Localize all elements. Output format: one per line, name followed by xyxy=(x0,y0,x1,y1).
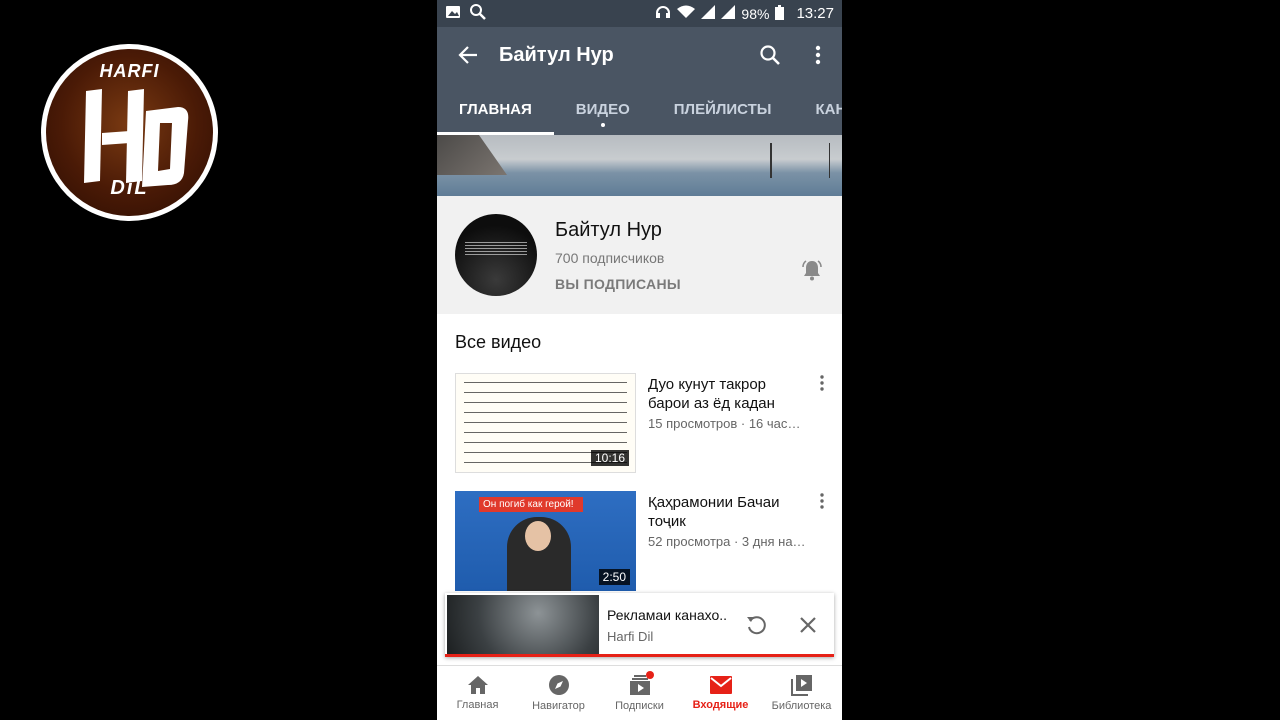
video-more-button[interactable] xyxy=(812,375,832,391)
mini-player-progress xyxy=(445,654,834,657)
mini-player-thumbnail[interactable] xyxy=(447,595,599,655)
close-mini-player-button[interactable] xyxy=(782,616,834,634)
channel-avatar[interactable] xyxy=(455,214,537,296)
thumbnail-caption: Он погиб как герой! xyxy=(479,497,583,512)
tab-playlists[interactable]: ПЛЕЙЛИСТЫ xyxy=(652,83,794,135)
bottom-navigation: Главная Навигатор Подписки Входящие Библ… xyxy=(437,665,842,720)
notifications-button[interactable] xyxy=(800,258,824,287)
watermark-bottom-text: DiL xyxy=(110,177,149,199)
status-bar: 98% 13:27 xyxy=(437,0,842,27)
battery-text: 98% xyxy=(741,5,770,22)
subscriber-count: 700 подписчиков xyxy=(555,249,665,266)
video-duration: 2:50 xyxy=(598,569,630,585)
replay-button[interactable] xyxy=(730,614,782,636)
home-icon xyxy=(467,676,488,694)
signal-icon xyxy=(701,5,716,22)
all-videos-section: Все видео 10:16 Дуо кунут такрор барои а… xyxy=(437,314,842,591)
section-title: Все видео xyxy=(455,332,542,352)
watermark-logo: HARFI DiL xyxy=(41,44,218,221)
replay-icon xyxy=(747,616,766,635)
video-thumbnail[interactable]: Он погиб как герой! 2:50 xyxy=(455,491,636,591)
mini-player-title: Рекламаи канахо.. xyxy=(607,606,728,623)
channel-name: Байтул Нур xyxy=(555,218,662,241)
search-notification-icon xyxy=(469,3,487,24)
arrow-back-icon xyxy=(458,46,477,64)
mini-player[interactable]: Рекламаи канахо.. Harfi Dil xyxy=(445,593,834,657)
headphones-icon xyxy=(655,5,671,22)
tab-videos[interactable]: ВИДЕО xyxy=(554,83,652,135)
close-icon xyxy=(800,617,816,633)
tab-channels[interactable]: КАНАЛЫ xyxy=(793,83,842,135)
more-vert-icon xyxy=(815,45,821,65)
image-notification-icon xyxy=(445,4,461,23)
more-vert-icon xyxy=(820,493,824,509)
video-thumbnail[interactable]: 10:16 xyxy=(455,373,636,473)
more-options-button[interactable] xyxy=(794,45,842,65)
channel-banner xyxy=(437,135,842,196)
page-title: Байтул Нур xyxy=(499,43,614,66)
video-duration: 10:16 xyxy=(590,450,629,466)
watermark-hd-mark xyxy=(84,89,189,187)
video-meta: 52 просмотра · 3 дня назад xyxy=(648,534,806,549)
video-title[interactable]: Қаҳрамонии Бачаи тоҷик xyxy=(648,493,806,531)
phone-screen: 98% 13:27 Байтул Нур ГЛАВНАЯ ВИДЕО ПЛЕЙЛ… xyxy=(437,0,842,720)
channel-tabs: ГЛАВНАЯ ВИДЕО ПЛЕЙЛИСТЫ КАНАЛЫ xyxy=(437,83,842,135)
screen: HARFI DiL 98% 13:27 Байтул Нур ГЛАВНАЯ В… xyxy=(0,0,1280,720)
nav-library[interactable]: Библиотека xyxy=(761,666,842,720)
video-meta: 15 просмотров · 16 часов назад xyxy=(648,416,806,431)
subscribed-button[interactable]: ВЫ ПОДПИСАНЫ xyxy=(555,276,681,292)
mini-player-channel: Harfi Dil xyxy=(607,628,654,644)
watermark-top-text: HARFI xyxy=(99,61,160,81)
search-button[interactable] xyxy=(746,44,794,66)
back-button[interactable] xyxy=(437,44,499,66)
new-content-dot xyxy=(600,123,605,127)
tab-home[interactable]: ГЛАВНАЯ xyxy=(437,83,554,135)
library-icon xyxy=(790,675,812,696)
channel-header: Байтул Нур 700 подписчиков ВЫ ПОДПИСАНЫ xyxy=(437,196,842,314)
nav-home[interactable]: Главная xyxy=(437,666,518,720)
nav-subscriptions[interactable]: Подписки xyxy=(599,666,680,720)
compass-icon xyxy=(548,675,569,695)
nav-inbox[interactable]: Входящие xyxy=(680,666,761,720)
video-item[interactable]: 10:16 Дуо кунут такрор барои аз ёд кадан… xyxy=(455,373,824,473)
nav-explore[interactable]: Навигатор xyxy=(518,666,599,720)
video-more-button[interactable] xyxy=(812,493,832,509)
video-item[interactable]: Он погиб как герой! 2:50 Қаҳрамонии Бача… xyxy=(455,491,824,591)
more-vert-icon xyxy=(820,375,824,391)
search-icon xyxy=(760,45,780,65)
notification-badge xyxy=(645,671,654,679)
battery-icon xyxy=(775,4,785,23)
video-title[interactable]: Дуо кунут такрор барои аз ёд кадан xyxy=(648,375,806,413)
inbox-icon xyxy=(709,676,732,694)
app-bar: Байтул Нур xyxy=(437,27,842,83)
bell-icon xyxy=(802,260,822,281)
signal-icon-2 xyxy=(721,5,736,22)
clock: 13:27 xyxy=(796,5,834,22)
wifi-icon xyxy=(677,5,696,22)
